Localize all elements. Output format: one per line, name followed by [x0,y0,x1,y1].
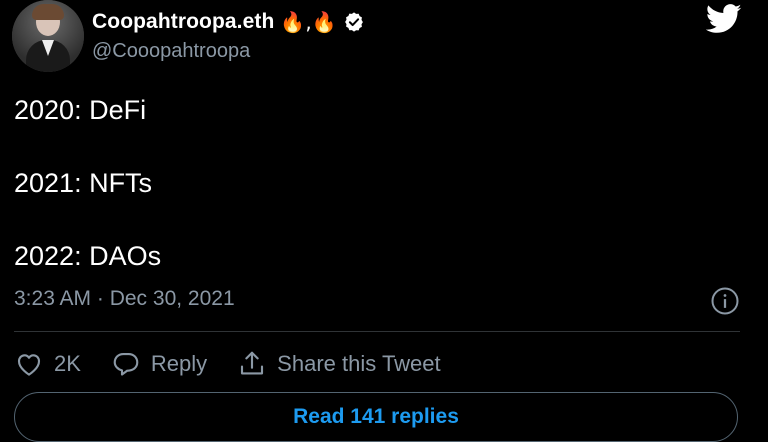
info-icon[interactable] [710,286,740,316]
heart-icon [17,354,41,376]
twitter-bird-icon[interactable] [706,4,742,34]
verified-badge-icon [344,12,363,32]
tweet-line: 2021: NFTs [14,168,153,198]
share-icon [241,351,264,375]
share-button[interactable]: Share this Tweet [237,349,441,379]
reply-button[interactable]: Reply [111,349,207,379]
read-replies-button[interactable]: Read 141 replies [14,392,738,442]
author-display-name[interactable]: Coopahtroopa.eth [92,10,274,34]
tweet-actions: 2K Reply Share this Tweet [14,346,471,382]
speech-bubble-icon [113,352,139,376]
share-label: Share this Tweet [277,351,441,376]
fire-emoji-badges: 🔥,🔥 [280,10,337,34]
tweet-line: 2020: DeFi [14,95,147,125]
divider [14,331,740,332]
tweet-text: 2020: DeFi 2021: NFTs 2022: DAOs [14,92,161,311]
reply-label: Reply [150,351,208,376]
author-handle[interactable]: @Cooopahtroopa [92,40,250,63]
author-name-row[interactable]: Coopahtroopa.eth 🔥,🔥 [92,8,365,36]
tweet-line: 2022: DAOs [14,241,162,271]
tweet-timestamp[interactable]: 3:23 AM · Dec 30, 2021 [14,287,235,311]
like-count: 2K [54,351,81,376]
avatar[interactable] [12,0,84,72]
like-button[interactable]: 2K [14,349,81,379]
